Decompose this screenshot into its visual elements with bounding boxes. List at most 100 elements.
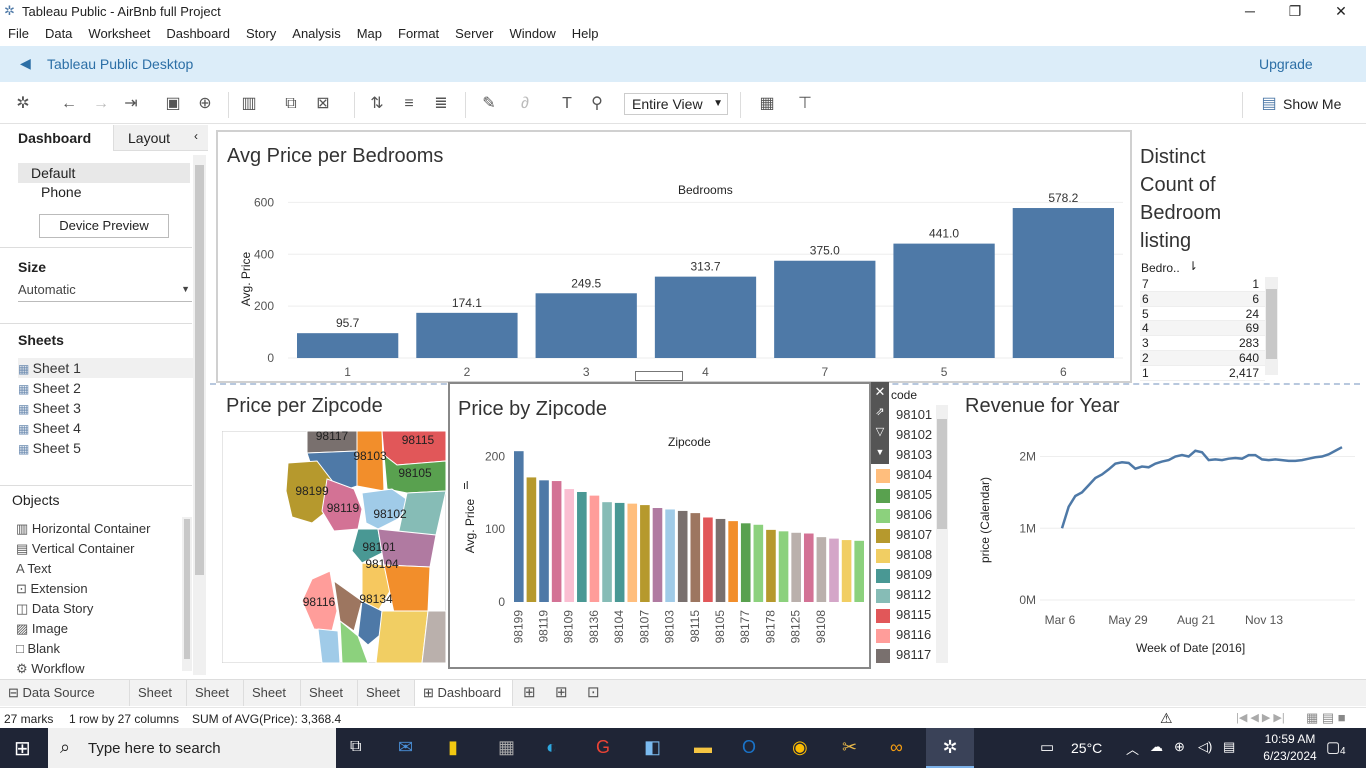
bar[interactable] bbox=[654, 276, 757, 358]
device-default[interactable]: Default bbox=[18, 163, 190, 183]
bar[interactable] bbox=[753, 524, 764, 602]
store-icon[interactable]: ◧ bbox=[644, 737, 661, 758]
legend-item[interactable]: 98106 bbox=[876, 505, 936, 525]
bar[interactable] bbox=[514, 451, 524, 602]
remove-icon[interactable]: ✕ bbox=[871, 382, 889, 402]
device-phone[interactable]: Phone bbox=[41, 184, 81, 200]
bar[interactable] bbox=[803, 533, 814, 602]
legend-item[interactable]: 98102 bbox=[876, 425, 936, 445]
new-datasource-icon[interactable]: ⊕ bbox=[194, 94, 216, 114]
maximize-button[interactable]: ❐ bbox=[1272, 0, 1318, 22]
text-label-icon[interactable]: T bbox=[556, 94, 578, 114]
tab-dashboard-1[interactable]: ⊞ Dashboard 1 bbox=[415, 680, 513, 726]
clock-time[interactable]: 10:59 AM bbox=[1260, 732, 1320, 746]
legend-item[interactable]: 98112 bbox=[876, 585, 936, 605]
bar[interactable] bbox=[526, 477, 537, 602]
tab-sheet[interactable]: Sheet 1 bbox=[130, 680, 187, 726]
object-item[interactable]: □ Blank bbox=[16, 639, 60, 659]
bar[interactable] bbox=[297, 333, 399, 358]
tab-sheet[interactable]: Sheet 3 bbox=[244, 680, 301, 726]
side-scrollbar[interactable] bbox=[193, 155, 206, 675]
weather-icon[interactable]: ▭ bbox=[1040, 738, 1054, 756]
bar[interactable] bbox=[829, 538, 839, 602]
legend-item[interactable]: 98117 bbox=[876, 645, 936, 665]
legend-item[interactable]: 98108 bbox=[876, 545, 936, 565]
menu-item-help[interactable]: Help bbox=[564, 22, 607, 41]
chart-avg-price-bedrooms[interactable]: Avg Price per Bedrooms Bedrooms Avg. Pri… bbox=[216, 130, 1132, 383]
legend-item[interactable]: 98104 bbox=[876, 465, 936, 485]
task-view-icon[interactable]: ⧉ bbox=[350, 738, 361, 756]
table-row[interactable]: 71 bbox=[1140, 277, 1265, 292]
chrome-icon[interactable]: ◉ bbox=[792, 737, 808, 758]
bar[interactable] bbox=[778, 531, 789, 602]
folder-icon[interactable]: ▬ bbox=[694, 737, 712, 758]
new-dashboard-tab-icon[interactable]: ⊞ bbox=[555, 683, 568, 701]
bar[interactable] bbox=[564, 489, 575, 602]
table-row[interactable]: 1 2,417 bbox=[1140, 365, 1265, 381]
google-icon[interactable]: G bbox=[596, 737, 610, 758]
zipcode-region[interactable] bbox=[375, 610, 429, 663]
duplicate-sheet-icon[interactable]: ⧉ bbox=[280, 94, 302, 114]
size-dropdown[interactable]: Automatic ▼ bbox=[18, 282, 192, 302]
object-item[interactable]: ▨ Image bbox=[16, 619, 68, 639]
bar[interactable] bbox=[589, 495, 600, 602]
legend-item[interactable]: 98115 bbox=[876, 605, 936, 625]
legend-item[interactable]: 98109 bbox=[876, 565, 936, 585]
calculator-icon[interactable]: ▦ bbox=[498, 737, 515, 758]
undo-icon[interactable]: ← bbox=[58, 94, 80, 114]
bar[interactable] bbox=[602, 502, 612, 602]
sheet-item[interactable]: ▦ Sheet 3 bbox=[18, 398, 193, 418]
table-row[interactable]: 5 24 bbox=[1140, 306, 1265, 322]
mail-icon[interactable]: ✉ bbox=[398, 737, 413, 758]
table-row[interactable]: 66 bbox=[1140, 291, 1265, 307]
bar[interactable] bbox=[715, 518, 726, 602]
paperclip-icon[interactable]: ∂ bbox=[514, 94, 536, 114]
edge-icon[interactable]: ◐ bbox=[546, 737, 557, 758]
table-row[interactable]: 4 69 bbox=[1140, 321, 1265, 337]
bar[interactable] bbox=[665, 509, 675, 602]
object-item[interactable]: ▤ Vertical Container bbox=[16, 539, 135, 559]
tab-data-source[interactable]: ⊟ Data Source bbox=[0, 680, 130, 706]
bar[interactable] bbox=[816, 537, 827, 602]
legend-scrollbar[interactable] bbox=[936, 405, 948, 663]
legend-item[interactable]: 98116 bbox=[876, 625, 936, 645]
object-item[interactable]: ◫ Data Story bbox=[16, 599, 93, 619]
menu-item-worksheet[interactable]: Worksheet bbox=[80, 22, 158, 41]
sort-descending-icon[interactable]: ≣ bbox=[430, 94, 452, 114]
bar[interactable] bbox=[535, 293, 637, 358]
windows-start-icon[interactable]: ⊞ bbox=[14, 736, 31, 761]
bar[interactable] bbox=[627, 503, 638, 602]
clock-date[interactable]: 6/23/2024 bbox=[1260, 749, 1320, 763]
bar[interactable] bbox=[640, 505, 650, 602]
sheet-item[interactable]: ▦ Sheet 1 bbox=[18, 358, 193, 378]
object-item[interactable]: ⊡ Extension bbox=[16, 579, 88, 599]
highlight-icon[interactable]: ✎ bbox=[478, 94, 500, 114]
new-story-tab-icon[interactable]: ⊡ bbox=[587, 683, 600, 701]
warning-icon[interactable]: ⚠ bbox=[1160, 710, 1173, 727]
menu-item-data[interactable]: Data bbox=[37, 22, 80, 41]
tab-sheet[interactable]: Sheet 5 bbox=[358, 680, 415, 726]
menu-item-window[interactable]: Window bbox=[501, 22, 563, 41]
tray-chevron-up-icon[interactable]: ︿ bbox=[1126, 739, 1139, 758]
bar[interactable] bbox=[766, 529, 776, 602]
sheet-item[interactable]: ▦ Sheet 2 bbox=[18, 378, 193, 398]
colab-icon[interactable]: ∞ bbox=[890, 737, 903, 758]
notification-icon[interactable]: ▢ bbox=[1326, 738, 1340, 756]
bar[interactable] bbox=[740, 523, 751, 602]
bar[interactable] bbox=[1012, 208, 1114, 358]
taskbar-search[interactable]: ⌕ Type here to search bbox=[48, 728, 336, 768]
menu-item-story[interactable]: Story bbox=[238, 22, 284, 41]
chart-type-icon[interactable]: ▦ bbox=[756, 94, 778, 114]
legend-item[interactable]: 98105 bbox=[876, 485, 936, 505]
objects-scrollbar[interactable] bbox=[182, 517, 192, 671]
clear-sheet-icon[interactable]: ⊠ bbox=[312, 94, 334, 114]
menu-item-file[interactable]: File bbox=[0, 22, 37, 41]
tab-dashboard[interactable]: Dashboard bbox=[0, 125, 113, 151]
bar[interactable] bbox=[614, 502, 625, 602]
show-me-icon[interactable]: ▤ bbox=[1258, 94, 1280, 114]
save-icon[interactable]: ▣ bbox=[162, 94, 184, 114]
pin-icon[interactable]: ⚲ bbox=[586, 94, 608, 114]
table-row[interactable]: 2 640 bbox=[1140, 350, 1265, 366]
bar[interactable] bbox=[577, 491, 587, 602]
tab-layout[interactable]: Layout ‹ bbox=[113, 125, 208, 151]
